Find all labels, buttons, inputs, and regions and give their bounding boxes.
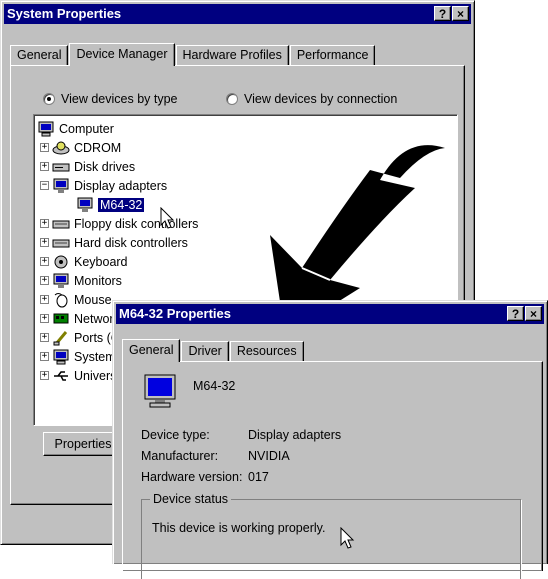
- system-properties-titlebar[interactable]: System Properties ? ×: [4, 4, 471, 24]
- cdrom-icon: [52, 141, 70, 154]
- tree-item-m64-32[interactable]: M64-32: [76, 195, 145, 214]
- device-name: M64-32: [193, 379, 236, 393]
- device-status-text: This device is working properly.: [152, 521, 326, 535]
- expand-plus-icon[interactable]: +: [40, 219, 49, 228]
- device-status-label: Device status: [150, 492, 232, 506]
- monitor-icon: [53, 273, 69, 288]
- device-type-value: Display adapters: [248, 428, 342, 442]
- tab-performance[interactable]: Performance: [289, 45, 376, 65]
- usb-icon: [54, 370, 68, 381]
- view-by-type-label: View devices by type: [61, 92, 178, 106]
- tree-label-selected: M64-32: [98, 197, 145, 212]
- tree-label: Mouse: [74, 292, 112, 307]
- controller-icon: [52, 220, 70, 228]
- tree-item-mouse[interactable]: + Mouse: [40, 290, 112, 309]
- view-by-type-radio[interactable]: View devices by type: [43, 92, 178, 106]
- m64-properties-tabs: General Driver Resources: [122, 339, 305, 362]
- tree-item-keyboard[interactable]: + Keyboard: [40, 252, 128, 271]
- collapse-minus-icon[interactable]: −: [40, 181, 49, 190]
- help-button[interactable]: ?: [434, 6, 451, 21]
- cursor-icon: [160, 207, 175, 229]
- radio-dot-unchecked: [226, 93, 238, 105]
- system-properties-tabs: General Device Manager Hardware Profiles…: [10, 43, 376, 66]
- help-button[interactable]: ?: [507, 306, 524, 321]
- expand-plus-icon[interactable]: +: [40, 295, 49, 304]
- expand-plus-icon[interactable]: +: [40, 314, 49, 323]
- manufacturer-label: Manufacturer:: [141, 449, 219, 463]
- view-by-connection-label: View devices by connection: [244, 92, 398, 106]
- expand-plus-icon[interactable]: +: [40, 371, 49, 380]
- expand-plus-icon[interactable]: +: [40, 276, 49, 285]
- tree-label: CDROM: [74, 140, 122, 155]
- controller-icon: [52, 239, 70, 247]
- monitor-icon: [77, 197, 93, 212]
- tree-item-cdrom[interactable]: + CDROM: [40, 138, 121, 157]
- tree-label: Hard disk controllers: [74, 235, 188, 250]
- system-properties-title: System Properties: [7, 6, 122, 21]
- tab-general[interactable]: General: [122, 339, 181, 362]
- m64-properties-window: M64-32 Properties ? × General Driver Res…: [112, 300, 548, 579]
- mouse-icon: [54, 292, 68, 307]
- close-button[interactable]: ×: [525, 306, 542, 321]
- disk-icon: [52, 163, 70, 171]
- keyboard-icon: [54, 255, 68, 268]
- expand-plus-icon[interactable]: +: [40, 352, 49, 361]
- manufacturer-value: NVIDIA: [248, 449, 290, 463]
- tree-item-computer[interactable]: Computer: [37, 119, 114, 138]
- device-status-group: Device status This device is working pro…: [141, 492, 521, 579]
- tab-driver[interactable]: Driver: [181, 341, 229, 361]
- m64-properties-title: M64-32 Properties: [119, 306, 231, 321]
- cursor-icon: [340, 527, 355, 549]
- tree-label: Computer: [59, 121, 114, 136]
- tree-label: Monitors: [74, 273, 122, 288]
- network-icon: [53, 313, 69, 323]
- tree-item-disk-drives[interactable]: + Disk drives: [40, 157, 135, 176]
- expand-plus-icon[interactable]: +: [40, 333, 49, 342]
- computer-icon: [38, 121, 54, 136]
- expand-plus-icon[interactable]: +: [40, 238, 49, 247]
- hardware-version-label: Hardware version:: [141, 470, 243, 484]
- m64-properties-titlebar[interactable]: M64-32 Properties ? ×: [116, 304, 544, 324]
- tab-hardware-profiles[interactable]: Hardware Profiles: [175, 45, 289, 65]
- computer-icon: [53, 349, 69, 364]
- tree-item-hard-disk-controllers[interactable]: + Hard disk controllers: [40, 233, 188, 252]
- properties-button[interactable]: Properties: [43, 432, 123, 456]
- m64-general-panel: M64-32 Device type: Display adapters Man…: [122, 361, 543, 579]
- hardware-version-value: 017: [248, 470, 269, 484]
- tree-item-monitors[interactable]: + Monitors: [40, 271, 122, 290]
- monitor-icon: [144, 374, 176, 408]
- tab-general[interactable]: General: [10, 45, 69, 65]
- tab-device-manager[interactable]: Device Manager: [69, 43, 175, 66]
- expand-plus-icon[interactable]: +: [40, 162, 49, 171]
- close-button[interactable]: ×: [452, 6, 469, 21]
- tree-item-display-adapters[interactable]: − Display adapters: [40, 176, 167, 195]
- tab-resources[interactable]: Resources: [229, 341, 304, 361]
- radio-dot-checked: [43, 93, 55, 105]
- port-icon: [53, 330, 68, 345]
- tree-label: Keyboard: [74, 254, 128, 269]
- tree-label: Display adapters: [74, 178, 168, 193]
- monitor-icon: [53, 178, 69, 193]
- expand-plus-icon[interactable]: +: [40, 257, 49, 266]
- tree-label: Floppy disk controllers: [74, 216, 199, 231]
- device-type-label: Device type:: [141, 428, 210, 442]
- view-by-connection-radio[interactable]: View devices by connection: [226, 92, 397, 106]
- tree-label: Disk drives: [74, 159, 136, 174]
- expand-plus-icon[interactable]: +: [40, 143, 49, 152]
